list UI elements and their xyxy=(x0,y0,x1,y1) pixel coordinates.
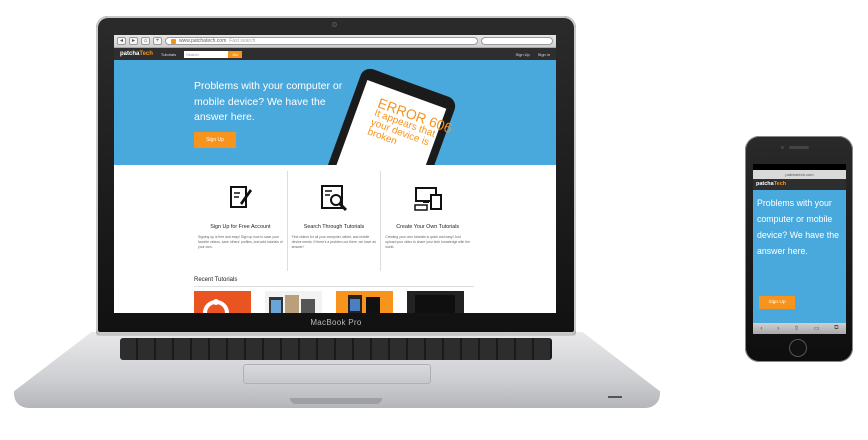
feature-create: Create Your Own Tutorials Creating your … xyxy=(381,171,474,271)
mobile-site-logo[interactable]: patchaTech xyxy=(753,179,846,190)
ubuntu-thumbnail[interactable] xyxy=(194,291,251,313)
smartphone-device: patchatech.com patchaTech Problems with … xyxy=(745,136,853,362)
phone-screen: patchatech.com patchaTech Problems with … xyxy=(753,164,846,334)
feature-body: Find videos for all your computer, table… xyxy=(291,235,377,249)
nav-search-input[interactable]: Search xyxy=(184,50,229,58)
logo-accent-text: Tech xyxy=(139,51,153,57)
error-message: ERROR 606 It appears that your device is… xyxy=(366,95,456,165)
devices-icon xyxy=(413,187,442,211)
phone-speaker xyxy=(789,146,809,149)
laptop-camera xyxy=(332,22,337,27)
address-text: www.patchatech.com xyxy=(179,38,227,44)
mobile-sign-up-button[interactable]: Sign Up xyxy=(759,296,795,309)
address-search-placeholder: Fast search xyxy=(229,38,256,44)
mobile-browser-toolbar: ‹ › ⇧ ▭ ⧉ xyxy=(753,323,846,334)
site-navbar: patchaTech Tutorials Search Go Sign Up S… xyxy=(114,48,556,60)
hero-sign-up-button[interactable]: Sign Up xyxy=(194,132,236,148)
nav-sign-up-link[interactable]: Sign Up xyxy=(516,52,530,57)
feature-body: Creating your own tutorials is quick and… xyxy=(385,235,470,249)
smartphones-thumbnail[interactable] xyxy=(336,291,393,313)
feature-title: Create Your Own Tutorials xyxy=(396,224,460,230)
logo-main-text: patcha xyxy=(120,51,140,57)
feature-body: Signing up is free and easy! Sign up now… xyxy=(198,235,283,249)
features-section: Sign Up for Free Account Signing up is f… xyxy=(194,171,474,271)
back-button[interactable]: ◂ xyxy=(117,37,126,45)
laptop-screen: ◂ ▸ ⌂ + www.patchatech.com Fast search p… xyxy=(114,35,556,313)
illustration-phone-screen: ERROR 606 It appears that your device is… xyxy=(329,80,454,165)
phones-thumbnail[interactable] xyxy=(265,291,322,313)
logo-accent-text: Tech xyxy=(773,181,787,187)
site-favicon-icon xyxy=(171,38,176,44)
feature-title: Search Through Tutorials xyxy=(303,224,365,230)
phone-address-bar[interactable]: patchatech.com xyxy=(753,170,846,179)
phone-home-button[interactable] xyxy=(789,339,807,357)
phone-front-camera xyxy=(781,146,784,149)
tablet-thumbnail[interactable] xyxy=(407,291,464,313)
laptop-display: MacBook Pro ◂ ▸ ⌂ + www.patchatech.com F… xyxy=(96,16,576,334)
hero-banner: Problems with your computer or mobile de… xyxy=(114,60,556,165)
browser-search-field[interactable] xyxy=(481,37,553,45)
nav-sign-in-link[interactable]: Sign in xyxy=(538,52,550,57)
forward-button[interactable]: ▸ xyxy=(129,37,138,45)
laptop-keyboard xyxy=(120,338,552,360)
back-icon[interactable]: ‹ xyxy=(760,326,762,332)
edit-document-icon xyxy=(230,186,253,208)
nav-tutorials-link[interactable]: Tutorials xyxy=(161,52,176,57)
address-bar[interactable]: www.patchatech.com Fast search xyxy=(165,37,478,45)
new-tab-button[interactable]: + xyxy=(153,37,162,45)
device-mockup-stage: MacBook Pro ◂ ▸ ⌂ + www.patchatech.com F… xyxy=(0,0,868,440)
feature-title: Sign Up for Free Account xyxy=(210,224,271,230)
laptop-front-notch xyxy=(290,398,382,404)
home-button[interactable]: ⌂ xyxy=(141,37,150,45)
recent-divider xyxy=(194,286,474,287)
laptop-trackpad xyxy=(243,364,431,384)
bookmarks-icon[interactable]: ▭ xyxy=(814,325,820,332)
recent-tutorials-list xyxy=(194,291,464,313)
feature-search: Search Through Tutorials Find videos for… xyxy=(288,171,382,271)
recent-tutorials-heading: Recent Tutorials xyxy=(194,277,238,283)
tabs-icon[interactable]: ⧉ xyxy=(834,325,838,332)
hero-headline: Problems with your computer or mobile de… xyxy=(194,80,343,123)
search-document-icon xyxy=(321,185,348,212)
forward-icon[interactable]: › xyxy=(777,326,779,332)
mobile-hero-headline: Problems with your computer or mobile de… xyxy=(757,198,839,256)
share-icon[interactable]: ⇧ xyxy=(794,325,799,332)
laptop-sleep-light xyxy=(608,396,622,398)
nav-search-go-button[interactable]: Go xyxy=(228,50,243,58)
site-logo[interactable]: patchaTech xyxy=(120,51,153,57)
browser-toolbar: ◂ ▸ ⌂ + www.patchatech.com Fast search xyxy=(114,35,556,48)
laptop-model-label: MacBook Pro xyxy=(310,318,362,327)
feature-sign-up: Sign Up for Free Account Signing up is f… xyxy=(194,171,288,271)
logo-main-text: patcha xyxy=(756,181,774,187)
nav-account-links: Sign Up Sign in xyxy=(516,52,550,57)
